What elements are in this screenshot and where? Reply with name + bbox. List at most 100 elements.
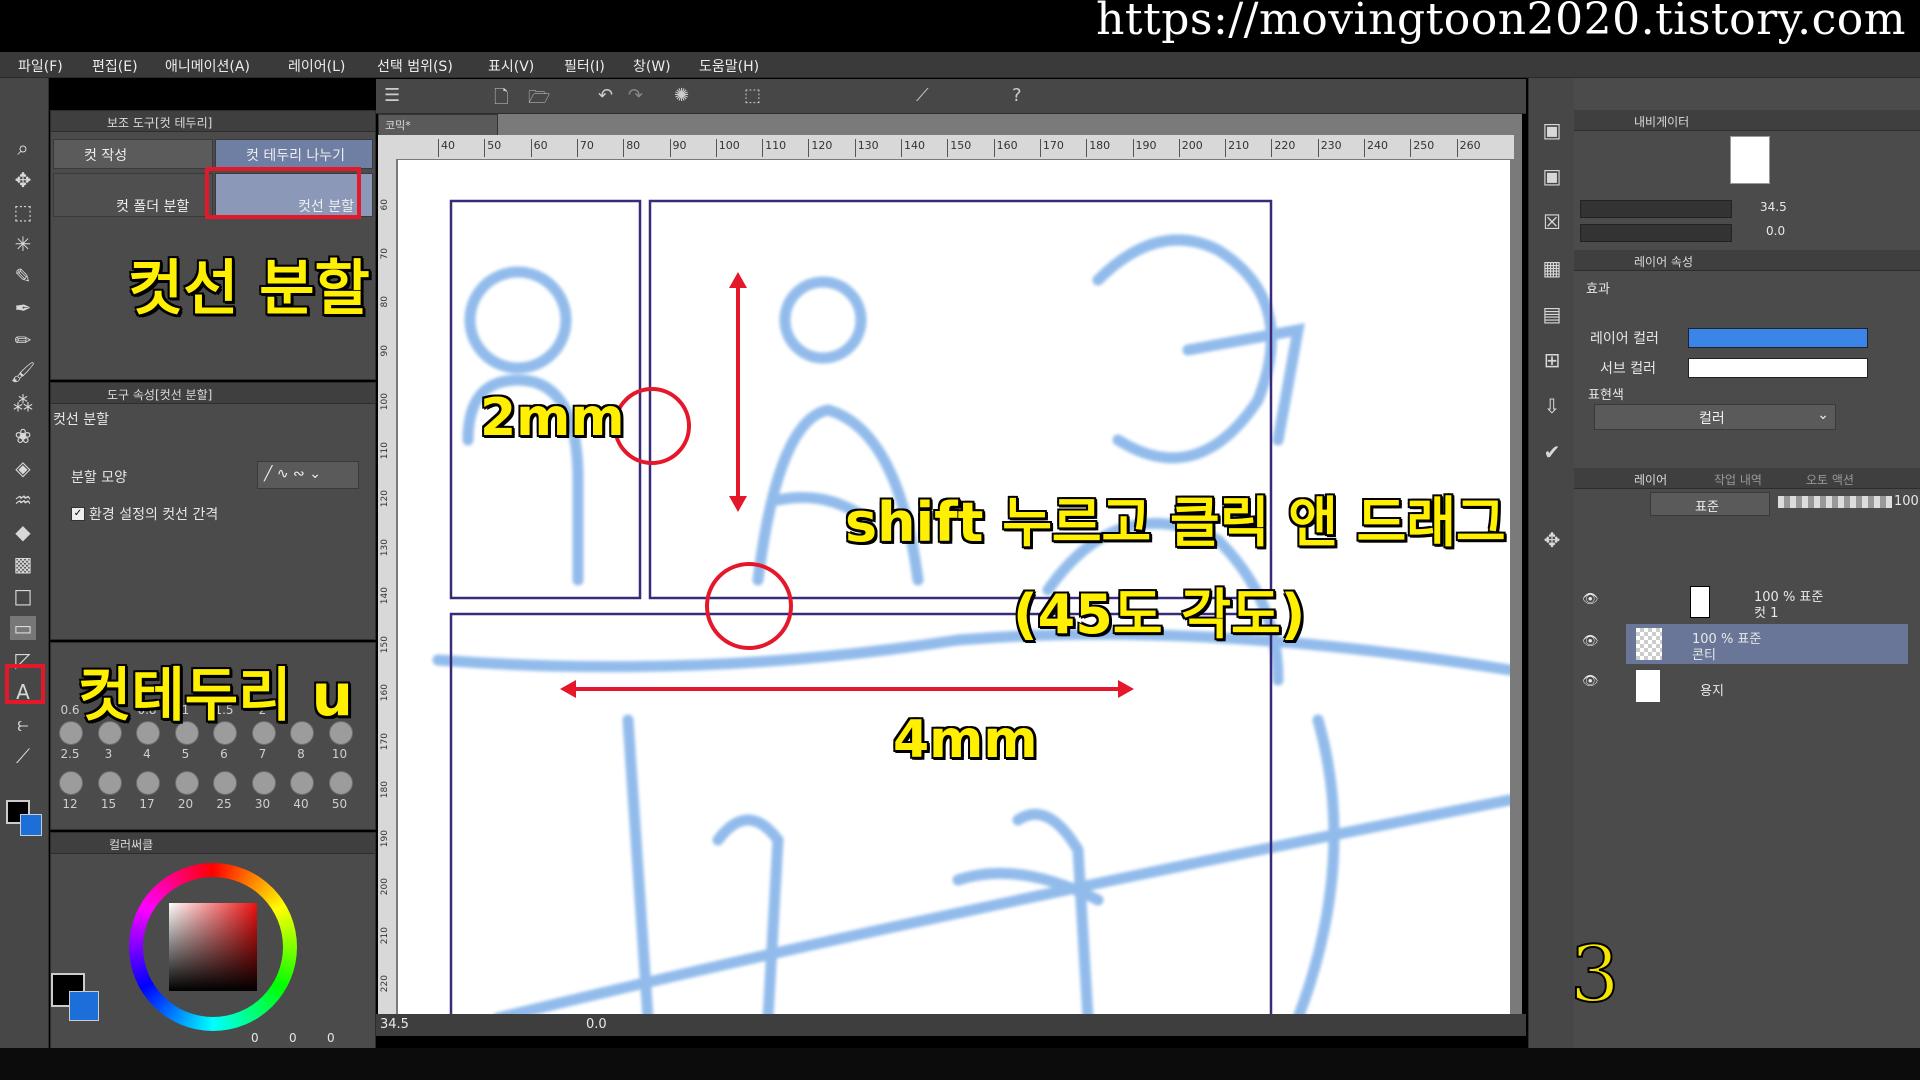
menu-help[interactable]: 도움말(H) <box>699 56 759 76</box>
navigator-zoom-slider[interactable] <box>1580 200 1732 218</box>
blend-mode-value: 표준 <box>1695 500 1719 515</box>
sub-color-swatch[interactable] <box>1688 358 1868 378</box>
brush-size-chip[interactable] <box>174 771 199 795</box>
material-icon-5[interactable]: ▤ <box>1539 302 1565 326</box>
correct-line-tool-icon[interactable]: ⟋ <box>10 744 36 768</box>
saturation-square[interactable] <box>169 903 257 991</box>
airbrush-tool-icon[interactable]: ⁂ <box>10 392 36 416</box>
brush-size-chip[interactable] <box>290 771 314 795</box>
layer-cut-name: 컷 1 <box>1754 606 1779 621</box>
redo-icon[interactable]: ↷ <box>628 85 643 106</box>
manga-page[interactable] <box>398 160 1510 1018</box>
split-shape-select[interactable]: ╱ ∿ ∾ ⌄ <box>257 461 359 489</box>
ruler-tick-v: 80 <box>380 296 390 308</box>
layer-color-label: 레이어 컬러 <box>1590 331 1659 347</box>
layer-row-storyboard[interactable]: 100 % 표준 콘티 <box>1626 624 1908 664</box>
blend-mode-select[interactable]: 표준 <box>1650 492 1770 516</box>
menu-file[interactable]: 파일(F) <box>18 56 63 76</box>
hue-ring[interactable] <box>129 863 297 1031</box>
navigator-angle-slider[interactable] <box>1580 224 1732 242</box>
open-file-icon[interactable]: 🗁 <box>528 85 550 115</box>
color-g-value: 0 <box>289 1031 297 1045</box>
zoom-tool-icon[interactable]: ⌕ <box>10 136 36 160</box>
brush-size-chip[interactable] <box>97 771 122 795</box>
eyedropper-icon[interactable]: ✎ <box>10 264 36 288</box>
brush-size-chip[interactable] <box>213 771 237 795</box>
subtool-folder-split-label: 컷 폴더 분할 <box>116 199 190 215</box>
decoration-tool-icon[interactable]: ❀ <box>10 424 36 448</box>
new-file-icon[interactable]: 🗋 <box>494 85 508 115</box>
menu-icon[interactable]: ☰ <box>384 85 400 106</box>
sub-color-swatch[interactable] <box>20 814 42 836</box>
menu-window[interactable]: 창(W) <box>633 56 671 76</box>
brush-size-chip[interactable] <box>251 771 276 795</box>
ruler-tick-h: 160 <box>993 139 1018 157</box>
menu-animation[interactable]: 애니메이션(A) <box>165 56 250 76</box>
document-tab[interactable]: 코믹* <box>378 114 498 136</box>
material-icon-9[interactable]: ✥ <box>1539 528 1565 552</box>
frame-border-tool-icon[interactable]: ▭ <box>10 616 36 640</box>
visibility-eye-icon[interactable]: 👁 <box>1582 634 1599 649</box>
tab-cut-create[interactable]: 컷 작성 <box>53 139 213 169</box>
material-icon-2[interactable]: ▣ <box>1539 164 1565 188</box>
gradient-tool-icon[interactable]: ▩ <box>10 552 36 576</box>
material-icon[interactable]: ▣ <box>1539 118 1565 142</box>
balloon-tool-icon[interactable]: ⥼ <box>10 712 36 736</box>
blend-tool-icon[interactable]: ♒ <box>10 488 36 512</box>
menu-layer[interactable]: 레이어(L) <box>288 56 345 76</box>
step-number: 3 <box>1569 929 1621 1021</box>
layer-tab-auto-action[interactable]: 오토 액션 <box>1806 471 1854 488</box>
material-icon-3[interactable]: ☒ <box>1539 210 1565 234</box>
material-icon-8[interactable]: ✔ <box>1539 440 1565 464</box>
ruler-tick-h: 250 <box>1410 139 1434 157</box>
brush-size-label: 10 <box>331 747 348 761</box>
tab-cut-split-label: 컷 테두리 나누기 <box>246 148 346 164</box>
menu-selection[interactable]: 선택 범위(S) <box>377 56 453 76</box>
brush-size-label: 50 <box>331 797 348 811</box>
magic-wand-icon[interactable]: ✳ <box>10 232 36 256</box>
layer-storyboard-name: 콘티 <box>1692 648 1716 663</box>
subtool-folder-split[interactable]: 컷 폴더 분할 <box>53 173 213 217</box>
figure-tool-icon[interactable]: □ <box>10 584 36 608</box>
brush-size-chip[interactable] <box>59 771 83 795</box>
layer-row-cut[interactable]: 👁 100 % 표준 컷 1 <box>1574 582 1908 622</box>
env-gap-checkbox[interactable]: ✓ <box>71 507 85 521</box>
opacity-slider[interactable] <box>1778 496 1892 508</box>
eraser-tool-icon[interactable]: ◈ <box>10 456 36 480</box>
layer-tab-layer[interactable]: 레이어 <box>1634 471 1667 488</box>
selection-tool-icon[interactable]: ⬚ <box>10 200 36 224</box>
menu-view[interactable]: 표시(V) <box>488 56 534 76</box>
material-icon-7[interactable]: ⇩ <box>1539 394 1565 418</box>
expression-select[interactable]: 컬러 ⌄ <box>1594 404 1836 430</box>
brush-size-chip[interactable] <box>328 771 353 795</box>
tab-cut-split[interactable]: 컷 테두리 나누기 <box>215 139 373 169</box>
pen-tool-icon[interactable]: ✒ <box>10 296 36 320</box>
transform-icon[interactable]: ⬚ <box>744 85 761 106</box>
color-circle-panel: 컬러써클 0 0 0 <box>50 832 376 1050</box>
visibility-eye-icon[interactable]: 👁 <box>1582 674 1599 689</box>
undo-icon[interactable]: ↶ <box>598 85 613 106</box>
navigator-thumbnail[interactable] <box>1730 136 1770 184</box>
brush-tool-icon[interactable]: 🖌 <box>10 360 36 384</box>
layer-property-title: 레이어 속성 <box>1634 255 1694 269</box>
snap-icon[interactable]: ⟋ <box>916 85 929 106</box>
menu-edit[interactable]: 편집(E) <box>92 56 138 76</box>
layer-row-paper[interactable]: 👁 용지 <box>1574 666 1908 706</box>
menu-filter[interactable]: 필터(I) <box>564 56 605 76</box>
color-sub-swatch[interactable] <box>69 991 99 1021</box>
clear-icon[interactable]: ✺ <box>674 85 689 106</box>
fill-tool-icon[interactable]: ◆ <box>10 520 36 544</box>
pencil-tool-icon[interactable]: ✏ <box>10 328 36 352</box>
material-icon-4[interactable]: ▦ <box>1539 256 1565 280</box>
frame-tool-highlight <box>5 664 45 704</box>
material-icon-6[interactable]: ⊞ <box>1539 348 1565 372</box>
brush-size-chip[interactable] <box>136 771 160 795</box>
layer-color-swatch[interactable] <box>1688 328 1868 348</box>
move-tool-icon[interactable]: ✥ <box>10 168 36 192</box>
ruler-tick-v: 170 <box>380 732 390 750</box>
visibility-eye-icon[interactable]: 👁 <box>1582 592 1599 607</box>
ruler-tick-v: 200 <box>380 878 390 896</box>
ruler-tick-v: 140 <box>380 587 390 605</box>
help-icon[interactable]: ? <box>1012 85 1022 106</box>
layer-tab-history[interactable]: 작업 내역 <box>1714 471 1762 488</box>
